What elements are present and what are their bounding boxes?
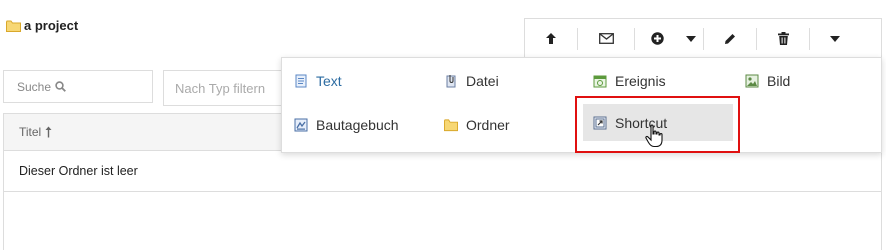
type-filter-input[interactable]: Nach Typ filtern (163, 70, 285, 106)
menu-item-ordner[interactable]: Ordner (444, 106, 510, 143)
menu-item-ereignis[interactable]: Ereignis (593, 62, 666, 99)
image-icon (745, 74, 759, 87)
menu-item-label: Bautagebuch (316, 116, 399, 133)
menu-item-label: Ereignis (615, 72, 666, 89)
project-header: a project (6, 18, 78, 33)
menu-item-label: Text (316, 72, 342, 89)
search-input[interactable]: Suche (3, 70, 153, 103)
plus-circle-icon (650, 32, 664, 45)
search-placeholder: Suche (17, 79, 52, 94)
file-clip-icon (446, 74, 456, 87)
sort-asc-icon (45, 126, 52, 138)
email-button[interactable] (578, 19, 634, 59)
search-icon (55, 81, 66, 92)
column-title: Titel (19, 125, 42, 139)
caret-down-icon (830, 35, 840, 42)
document-text-icon (295, 74, 307, 87)
pencil-icon (725, 33, 735, 44)
type-filter-placeholder: Nach Typ filtern (175, 80, 266, 96)
menu-item-bautagebuch[interactable]: Bautagebuch (294, 106, 399, 143)
menu-item-label: Bild (767, 72, 791, 89)
folder-icon (444, 118, 458, 131)
more-button[interactable] (810, 19, 860, 59)
empty-message: Dieser Ordner ist leer (19, 164, 138, 178)
caret-down-icon (686, 35, 696, 42)
hand-cursor-icon (645, 124, 663, 148)
logbook-icon (294, 118, 308, 131)
project-title: a project (24, 18, 79, 33)
toolbar (524, 18, 882, 58)
menu-item-datei[interactable]: Datei (444, 62, 499, 99)
menu-item-label: Ordner (466, 116, 510, 133)
empty-message-row: Dieser Ordner ist leer (4, 151, 881, 192)
edit-button[interactable] (704, 19, 756, 59)
trash-icon (777, 32, 789, 45)
add-button[interactable] (635, 19, 679, 59)
menu-item-bild[interactable]: Bild (745, 62, 790, 99)
envelope-icon (598, 33, 614, 44)
folder-icon (6, 20, 21, 32)
menu-item-text[interactable]: Text (294, 62, 342, 99)
delete-button[interactable] (757, 19, 809, 59)
up-arrow-icon (546, 33, 556, 44)
menu-item-label: Datei (466, 72, 499, 89)
add-dropdown-button[interactable] (679, 19, 703, 59)
up-button[interactable] (525, 19, 577, 59)
calendar-event-icon (593, 75, 607, 87)
